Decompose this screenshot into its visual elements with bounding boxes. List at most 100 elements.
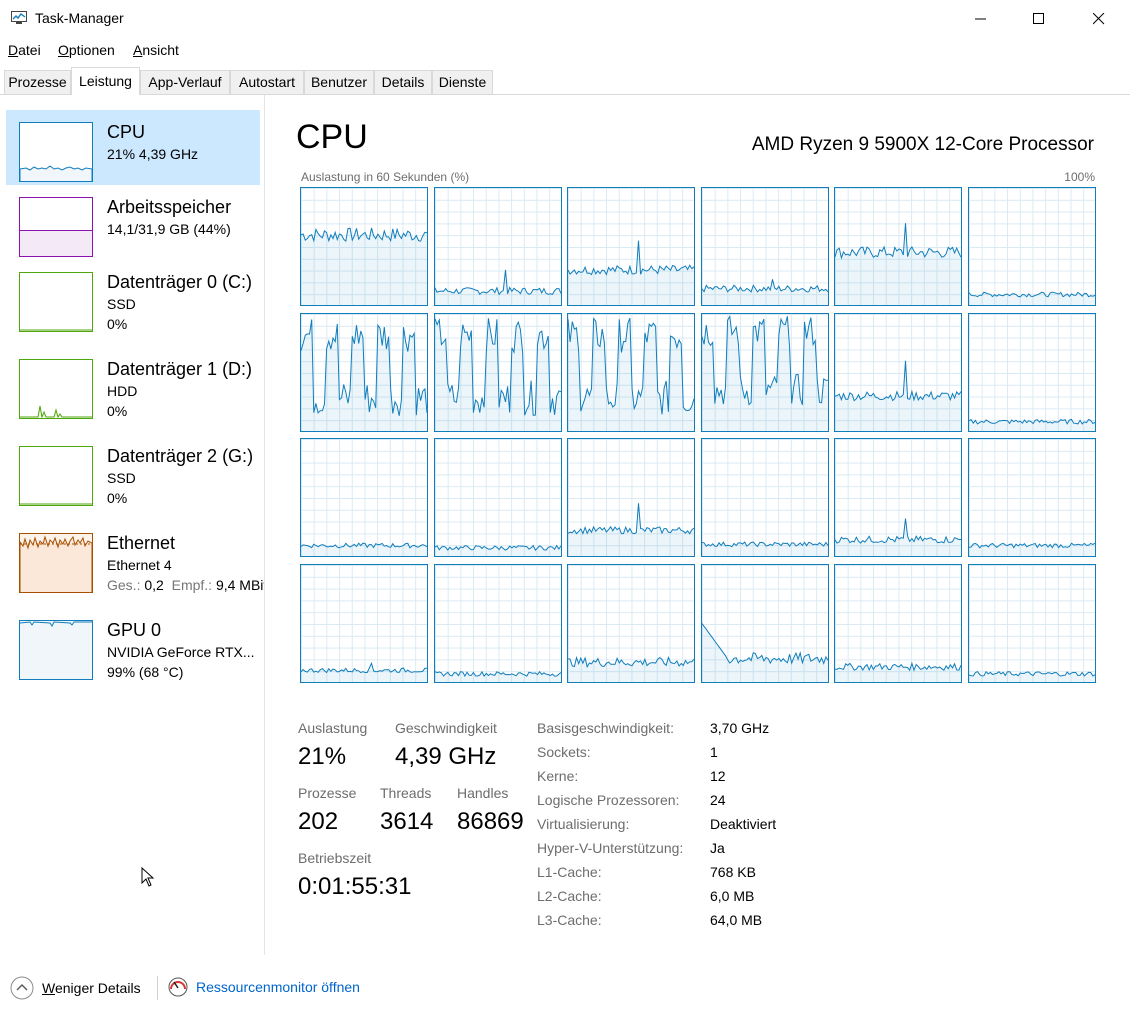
gpu-thumbnail-graph <box>19 620 93 680</box>
core-graph <box>701 187 829 306</box>
processes-value: 202 <box>298 808 339 835</box>
send-label: Ges.: <box>107 577 145 593</box>
sidebar-item-subtitle: HDD <box>107 383 138 399</box>
detail-key: Logische Prozessoren: <box>537 792 680 808</box>
tab-dienste[interactable]: Dienste <box>432 70 493 94</box>
mouse-cursor-icon <box>141 867 155 887</box>
receive-value: 9,4 MBit <box>215 577 264 593</box>
core-graph <box>701 313 829 432</box>
sidebar-item-cpu[interactable]: CPU 21% 4,39 GHz <box>6 110 260 185</box>
sidebar-item-value: 0% <box>107 316 128 332</box>
core-usage-area <box>835 360 961 431</box>
core-usage-line <box>568 240 694 305</box>
detail-key: L3-Cache: <box>537 912 602 928</box>
sidebar-item-ethernet[interactable]: Ethernet Ethernet 4 Ges.: 0,2 Empf.: 9,4… <box>6 521 264 601</box>
core-graph <box>567 438 695 557</box>
core-usage-line <box>969 670 1095 682</box>
sidebar-item-value: 99% (68 °C) <box>107 664 184 680</box>
sidebar-item-throughput: Ges.: 0,2 Empf.: 9,4 MBit <box>107 577 264 593</box>
detail-key: Kerne: <box>537 768 579 784</box>
core-usage-line <box>568 317 694 431</box>
detail-value: 768 KB <box>710 864 756 880</box>
memory-fill <box>20 230 92 256</box>
resource-monitor-icon <box>168 977 188 997</box>
core-usage-area <box>301 663 427 682</box>
threads-label: Threads <box>380 785 432 801</box>
core-graph <box>701 438 829 557</box>
minimize-button[interactable] <box>952 0 1010 38</box>
menu-datei[interactable]: Datei <box>8 42 41 58</box>
footer-divider <box>157 976 158 1000</box>
core-usage-line <box>301 542 427 556</box>
core-usage-line <box>568 503 694 556</box>
detail-value: 24 <box>710 792 726 808</box>
usage-value: 21% <box>298 743 347 770</box>
send-value: 0,2 <box>144 577 164 593</box>
tab-leistung[interactable]: Leistung <box>71 67 140 95</box>
window-title: Task-Manager <box>35 10 124 26</box>
graph-max-label: 100% <box>1064 170 1095 184</box>
uptime-label: Betriebszeit <box>298 850 372 866</box>
cpu-mini-chart <box>20 165 92 181</box>
core-graph <box>834 313 962 432</box>
core-graph <box>434 438 562 557</box>
menu-optionen-label: ptionen <box>68 42 115 58</box>
maximize-button[interactable] <box>1010 0 1068 38</box>
core-graph <box>834 187 962 306</box>
detail-key: L1-Cache: <box>537 864 602 880</box>
detail-value: 3,70 GHz <box>710 720 770 736</box>
disk1-mini-chart <box>20 405 92 418</box>
detail-key: Sockets: <box>537 744 591 760</box>
tab-app-verlauf[interactable]: App-Verlauf <box>140 70 230 94</box>
core-usage-area <box>568 657 694 682</box>
speed-value: 4,39 GHz <box>395 743 497 770</box>
menu-ansicht[interactable]: Ansicht <box>133 42 179 58</box>
detail-value: 64,0 MB <box>710 912 763 928</box>
fewer-details-button[interactable]: Weniger Details <box>10 976 141 1000</box>
detail-key: Basisgeschwindigkeit: <box>537 720 674 736</box>
core-graph <box>567 187 695 306</box>
sidebar-item-datentraeger-2[interactable]: Datenträger 2 (G:) SSD 0% <box>6 434 260 514</box>
menu-datei-label: atei <box>18 42 41 58</box>
core-usage-line <box>835 661 961 682</box>
detail-value: Deaktiviert <box>710 816 777 832</box>
sidebar-item-gpu-0[interactable]: GPU 0 NVIDIA GeForce RTX... 99% (68 °C) <box>6 608 260 688</box>
sidebar-item-datentraeger-0[interactable]: Datenträger 0 (C:) SSD 0% <box>6 260 260 340</box>
sidebar-item-subtitle: 14,1/31,9 GB (44%) <box>107 221 231 237</box>
core-graph <box>300 564 428 683</box>
detail-key: Hyper-V-Unterstützung: <box>537 840 684 856</box>
core-graph <box>968 564 1096 683</box>
menu-datei-mnemonic: D <box>8 42 19 58</box>
core-usage-line <box>301 661 427 682</box>
core-graph <box>701 564 829 683</box>
tab-prozesse[interactable]: Prozesse <box>4 70 71 94</box>
core-usage-line <box>835 518 961 556</box>
tab-autostart[interactable]: Autostart <box>230 70 304 94</box>
tab-details[interactable]: Details <box>374 70 432 94</box>
sidebar-item-subtitle: Ethernet 4 <box>107 557 172 573</box>
disk0-thumbnail-graph <box>19 272 93 332</box>
minimize-icon <box>975 18 986 20</box>
sidebar-item-arbeitsspeicher[interactable]: Arbeitsspeicher 14,1/31,9 GB (44%) <box>6 185 260 260</box>
tab-benutzer[interactable]: Benutzer <box>304 70 374 94</box>
menu-ansicht-label: nsicht <box>142 42 179 58</box>
detail-key: Virtualisierung: <box>537 816 630 832</box>
core-usage-line <box>835 223 961 305</box>
core-usage-line <box>969 542 1095 556</box>
core-usage-area <box>435 269 561 305</box>
menu-optionen[interactable]: Optionen <box>58 42 115 58</box>
close-button[interactable] <box>1070 0 1128 38</box>
core-graph <box>968 313 1096 432</box>
disk1-thumbnail-graph <box>19 359 93 419</box>
core-usage-line <box>969 291 1095 305</box>
memory-thumbnail-graph <box>19 197 93 257</box>
core-usage-line <box>969 418 1095 431</box>
sidebar-item-subtitle: 21% 4,39 GHz <box>107 146 199 162</box>
core-usage-area <box>702 623 828 682</box>
sidebar-item-datentraeger-1[interactable]: Datenträger 1 (D:) HDD 0% <box>6 347 260 427</box>
core-usage-line <box>301 319 427 431</box>
sidebar-item-subtitle: NVIDIA GeForce RTX... <box>107 644 255 660</box>
core-usage-polyline <box>435 269 561 296</box>
resource-monitor-link[interactable]: Ressourcenmonitor öffnen <box>168 977 360 997</box>
handles-label: Handles <box>457 785 509 801</box>
